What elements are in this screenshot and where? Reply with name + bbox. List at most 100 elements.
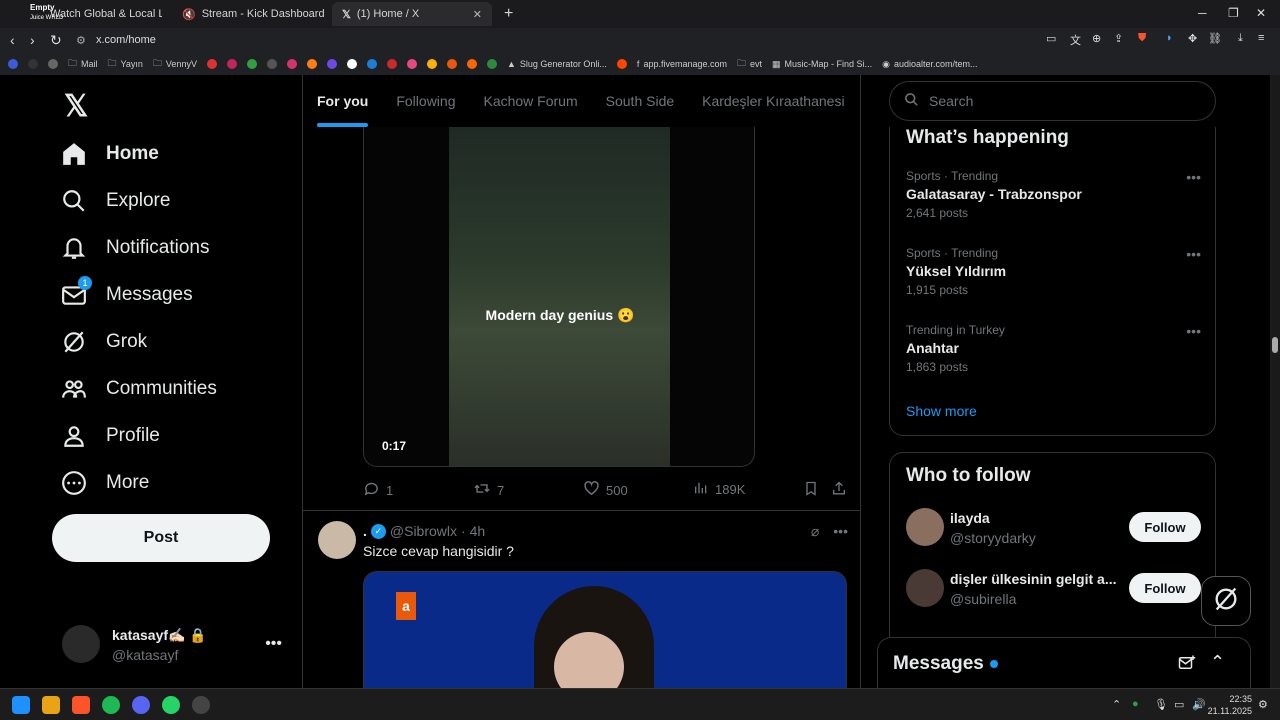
follow-button[interactable]: Follow xyxy=(1129,573,1201,603)
more-dots-icon[interactable]: ••• xyxy=(1186,323,1201,339)
views-button[interactable]: 189K xyxy=(693,480,745,499)
follow-button[interactable]: Follow xyxy=(1129,512,1201,542)
nav-home[interactable]: Home xyxy=(60,139,159,169)
bookmark-fivemanage[interactable]: f app.fivemanage.com xyxy=(637,59,727,69)
tab-for-you[interactable]: For you xyxy=(303,75,382,127)
network-icon[interactable]: ▭ xyxy=(1174,698,1184,711)
volume-icon[interactable]: 🔊 xyxy=(1192,698,1206,711)
whatsapp-icon[interactable] xyxy=(162,696,180,714)
cast-icon[interactable]: ▭ xyxy=(1046,32,1056,45)
bookmark-mail[interactable]: 🗀 Mail xyxy=(68,56,98,72)
forward-icon[interactable]: › xyxy=(30,32,35,48)
bookmark-icon[interactable] xyxy=(426,59,437,69)
tweet-image[interactable]: a xyxy=(363,571,847,688)
search-input[interactable]: Search xyxy=(889,81,1216,121)
site-info-icon[interactable]: ⚙ xyxy=(76,34,86,47)
bookmark-music-map[interactable]: ▦ Music-Map - Find Si... xyxy=(772,59,872,70)
bookmark-vennyv[interactable]: 🗀 VennyV xyxy=(153,56,197,72)
windows-start-icon[interactable] xyxy=(12,696,30,714)
link-icon[interactable]: ⛓ xyxy=(1208,32,1222,45)
tweet-author-name[interactable]: . xyxy=(363,523,367,539)
bookmark-icon[interactable] xyxy=(48,59,58,69)
tweet[interactable]: . ✓ @Sibrowlx · 4h ⌀ ••• Sizce cevap han… xyxy=(303,511,860,688)
notification-center-icon[interactable]: ⚙ xyxy=(1258,698,1268,711)
like-button[interactable]: 500 xyxy=(583,480,628,500)
download-icon[interactable]: ⤓ xyxy=(1238,32,1243,45)
tab-kachow-forum[interactable]: Kachow Forum xyxy=(469,75,591,127)
tab-south-side[interactable]: South Side xyxy=(592,75,689,127)
more-dots-icon[interactable]: ••• xyxy=(833,523,848,540)
show-more-link[interactable]: Show more xyxy=(906,403,977,419)
reload-icon[interactable]: ↻ xyxy=(50,32,62,49)
bookmark-icon[interactable] xyxy=(286,59,297,69)
post-button[interactable]: Post xyxy=(52,514,270,562)
account-switcher[interactable]: katasayf✍🏻 🔒 @katasayf ••• xyxy=(62,625,292,665)
restore-icon[interactable]: ❐ xyxy=(1228,6,1239,20)
reddit-icon[interactable] xyxy=(616,59,627,69)
bookmark-button[interactable] xyxy=(803,480,819,500)
share-icon[interactable]: ⇪ xyxy=(1114,32,1123,45)
nav-explore[interactable]: Explore xyxy=(60,186,170,216)
back-icon[interactable]: ‹ xyxy=(10,32,15,48)
bookmark-icon[interactable] xyxy=(446,59,457,69)
follow-suggestion[interactable]: ilayda @storyydarky Follow xyxy=(906,508,1201,548)
bookmark-slug-generator[interactable]: ▲ Slug Generator Onli... xyxy=(507,59,607,69)
grok-icon[interactable]: ⌀ xyxy=(811,523,819,540)
trend-item[interactable]: Sports · Trending Galatasaray - Trabzons… xyxy=(906,169,1201,220)
bookmark-icon[interactable] xyxy=(8,59,18,69)
bookmark-icon[interactable] xyxy=(266,59,277,69)
brave-shield-icon[interactable]: ⛊ xyxy=(1138,32,1146,45)
tweet-time[interactable]: · 4h xyxy=(461,523,485,539)
x-logo-icon[interactable]: 𝕏 xyxy=(64,89,88,124)
brave-browser-icon[interactable] xyxy=(72,696,90,714)
bookmark-icon[interactable] xyxy=(486,59,497,69)
tab-following[interactable]: Following xyxy=(382,75,469,127)
bookmark-icon[interactable] xyxy=(406,59,417,69)
expand-icon[interactable]: ⌃ xyxy=(1210,652,1225,673)
share-button[interactable] xyxy=(831,480,847,500)
reply-button[interactable]: 1 xyxy=(363,480,393,500)
more-dots-icon[interactable]: ••• xyxy=(1186,246,1201,262)
nav-profile[interactable]: Profile xyxy=(60,421,160,451)
close-tab-icon[interactable]: ✕ xyxy=(473,8,482,21)
bookmark-icon[interactable] xyxy=(366,59,377,69)
minimize-icon[interactable]: ─ xyxy=(1198,6,1207,20)
bookmark-icon[interactable] xyxy=(466,59,477,69)
microphone-icon[interactable]: 🎙 xyxy=(1154,698,1168,711)
tab-kardesler[interactable]: Kardeşler Kıraathanesi xyxy=(688,75,858,127)
follow-suggestion[interactable]: dişler ülkesinin gelgit a... @subirella … xyxy=(906,569,1201,609)
new-tab-button[interactable]: + xyxy=(494,2,518,26)
messages-drawer[interactable]: Messages ⌃ xyxy=(877,637,1251,689)
page-scrollbar[interactable] xyxy=(1270,75,1280,688)
wallet-icon[interactable]: ◗ xyxy=(1166,32,1173,44)
avatar[interactable] xyxy=(318,521,356,559)
trend-item[interactable]: Sports · Trending Yüksel Yıldırım 1,915 … xyxy=(906,246,1201,297)
bookmark-icon[interactable] xyxy=(386,59,397,69)
url-field[interactable]: ⚙ x.com/home xyxy=(70,30,1030,50)
nav-communities[interactable]: Communities xyxy=(60,374,217,404)
close-window-icon[interactable]: ✕ xyxy=(1256,6,1266,20)
bookmark-icon[interactable] xyxy=(306,59,317,69)
nav-notifications[interactable]: Notifications xyxy=(60,233,210,263)
file-explorer-icon[interactable] xyxy=(42,696,60,714)
discord-icon[interactable] xyxy=(132,696,150,714)
nav-messages[interactable]: 1 Messages xyxy=(60,276,193,310)
bookmark-evt[interactable]: 🗀 evt xyxy=(737,56,762,72)
repost-button[interactable]: 7 xyxy=(473,480,504,500)
nav-more[interactable]: More xyxy=(60,468,149,498)
new-message-icon[interactable] xyxy=(1178,654,1196,677)
more-dots-icon[interactable]: ••• xyxy=(265,635,282,653)
bookmark-icon[interactable] xyxy=(326,59,337,69)
bookmark-icon[interactable] xyxy=(206,59,217,69)
steam-icon[interactable] xyxy=(192,696,210,714)
bookmark-icon[interactable] xyxy=(246,59,257,69)
grok-floating-button[interactable] xyxy=(1201,576,1251,626)
trend-item[interactable]: Trending in Turkey Anahtar 1,863 posts •… xyxy=(906,323,1201,374)
bookmark-icon[interactable] xyxy=(226,59,237,69)
tab-x-home[interactable]: 𝕏 (1) Home / X ✕ xyxy=(332,2,492,26)
scrollbar-thumb[interactable] xyxy=(1272,337,1278,353)
zoom-icon[interactable]: ⊕ xyxy=(1092,32,1101,45)
video-player[interactable]: Modern day genius 😮 0:17 xyxy=(363,127,755,467)
bookmark-icon[interactable] xyxy=(28,59,38,69)
translate-icon[interactable]: 文 xyxy=(1070,32,1081,48)
